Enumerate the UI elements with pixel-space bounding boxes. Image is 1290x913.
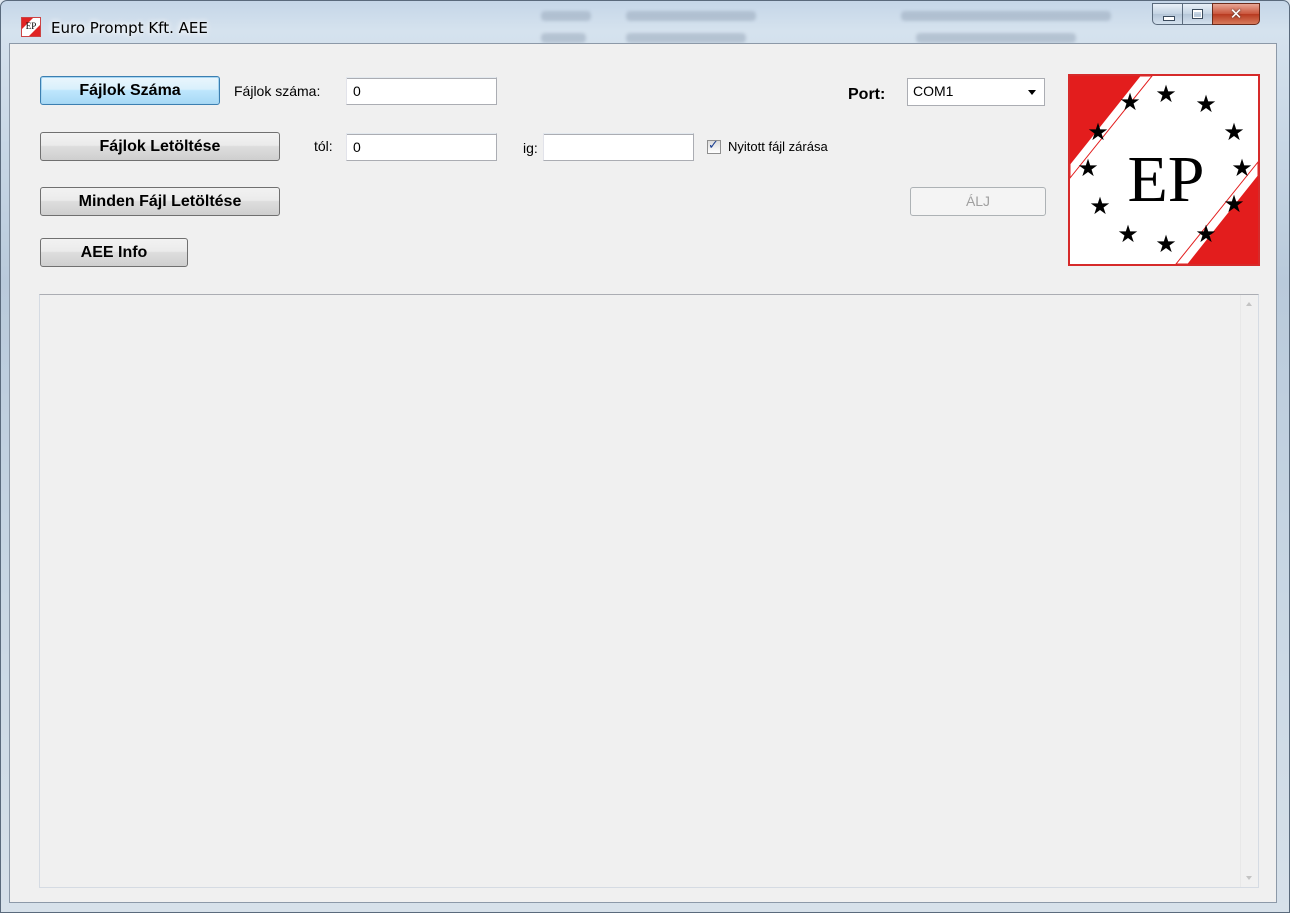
window-title: Euro Prompt Kft. AEE: [51, 19, 208, 37]
svg-text:EP: EP: [1127, 143, 1204, 216]
minimize-icon: [1163, 16, 1175, 21]
maximize-button[interactable]: [1182, 3, 1212, 25]
svg-text:★: ★: [1223, 118, 1245, 146]
svg-text:★: ★: [1077, 154, 1099, 182]
arrow-down-icon: [1246, 876, 1252, 880]
to-field[interactable]: [543, 133, 694, 161]
svg-text:★: ★: [1155, 230, 1177, 258]
file-count-label: Fájlok száma:: [234, 83, 321, 99]
svg-text:★: ★: [1223, 190, 1245, 218]
aee-info-button[interactable]: AEE Info: [40, 238, 188, 267]
chevron-down-icon: [1028, 90, 1036, 95]
close-button[interactable]: ✕: [1212, 3, 1260, 25]
svg-text:★: ★: [1089, 192, 1111, 220]
svg-text:★: ★: [1195, 90, 1217, 118]
log-scrollbar[interactable]: [1240, 295, 1258, 887]
svg-text:★: ★: [1155, 80, 1177, 108]
svg-text:★: ★: [1231, 154, 1253, 182]
svg-text:★: ★: [1117, 220, 1139, 248]
log-output-area[interactable]: [39, 294, 1259, 888]
app-icon[interactable]: EP: [21, 17, 41, 37]
window-controls: ✕: [1152, 3, 1260, 27]
close-open-file-checkbox[interactable]: ✓: [707, 138, 721, 154]
close-icon: ✕: [1229, 5, 1243, 23]
scroll-up-button[interactable]: [1241, 295, 1258, 312]
port-label: Port:: [848, 86, 886, 103]
minimize-button[interactable]: [1152, 3, 1182, 25]
to-label: ig:: [523, 140, 538, 156]
svg-text:★: ★: [1087, 118, 1109, 146]
svg-text:★: ★: [1119, 88, 1141, 116]
download-all-files-button[interactable]: Minden Fájl Letöltése: [40, 187, 280, 216]
ep-logo-icon: EP ★ ★ ★ ★ ★ ★ ★ ★ ★ ★ ★ ★: [1069, 75, 1259, 265]
port-select[interactable]: COM1: [907, 78, 1045, 106]
port-value: COM1: [913, 83, 954, 99]
download-files-button[interactable]: Fájlok Letöltése: [40, 132, 280, 161]
from-field[interactable]: [346, 133, 497, 161]
stop-button[interactable]: ÁLJ: [910, 187, 1046, 216]
arrow-up-icon: [1246, 302, 1252, 306]
title-bar[interactable]: EP Euro Prompt Kft. AEE ✕: [1, 1, 1289, 43]
file-count-button[interactable]: Fájlok Száma: [40, 76, 220, 105]
scroll-down-button[interactable]: [1241, 870, 1258, 887]
app-window: EP Euro Prompt Kft. AEE ✕ Fájlok Száma F…: [0, 0, 1290, 913]
check-icon: ✓: [708, 138, 719, 153]
close-open-file-label: Nyitott fájl zárása: [728, 139, 828, 154]
maximize-icon: [1192, 9, 1203, 19]
from-label: tól:: [314, 138, 333, 154]
file-count-field[interactable]: [346, 77, 497, 105]
svg-text:★: ★: [1195, 220, 1217, 248]
client-area: Fájlok Száma Fájlok száma: Fájlok Letölt…: [9, 43, 1277, 903]
company-logo: EP ★ ★ ★ ★ ★ ★ ★ ★ ★ ★ ★ ★: [1068, 74, 1260, 266]
